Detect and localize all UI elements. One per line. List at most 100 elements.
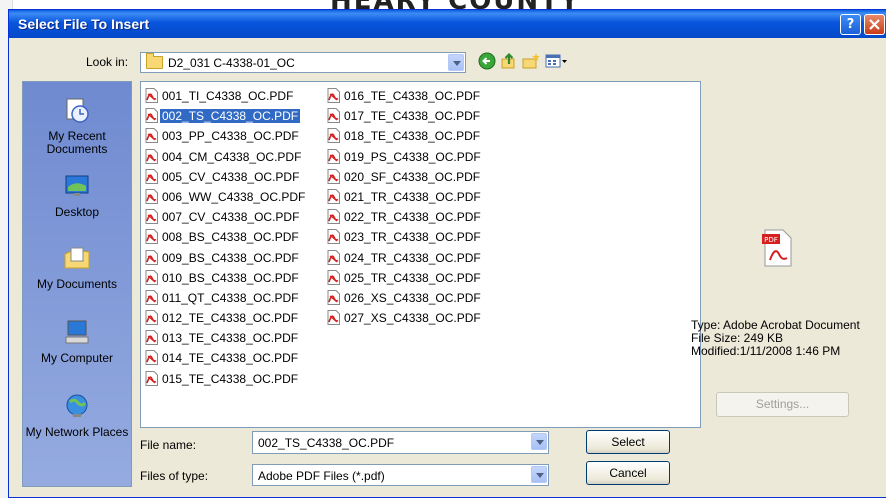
place-label: My Computer [40,351,114,365]
file-item-name: 008_BS_C4338_OC.PDF [162,230,299,245]
place-label: My Network Places [25,425,129,439]
files-of-type-combo[interactable]: Adobe PDF Files (*.pdf) [252,464,549,486]
place-desktop[interactable]: Desktop [23,172,131,219]
file-item-name: 023_TR_C4338_OC.PDF [344,230,481,245]
pdf-file-icon [327,188,340,204]
look-in-label: Look in: [86,55,129,69]
file-item-name: 016_TE_C4338_OC.PDF [344,89,481,103]
file-item-name: 027_XS_C4338_OC.PDF [344,311,481,326]
dialog-titlebar[interactable]: Select File To Insert ? [9,10,886,38]
file-item-name: 019_PS_C4338_OC.PDF [344,149,481,164]
place-label: My Documents [36,277,118,291]
file-name-combo[interactable]: 002_TS_C4338_OC.PDF [252,431,549,454]
create-new-folder-icon[interactable] [522,52,540,70]
file-item-name: 005_CV_C4338_OC.PDF [162,169,300,184]
pdf-file-icon [145,188,158,204]
pdf-file-icon [327,289,340,305]
close-button[interactable] [864,14,885,35]
cancel-button[interactable]: Cancel [586,461,670,485]
pdf-file-icon [327,88,340,103]
files-of-type-dropdown-button[interactable] [531,466,547,483]
close-icon [869,19,880,30]
file-item-name: 011_QT_C4338_OC.PDF [162,290,299,305]
pdf-file-icon [145,88,158,103]
file-item-name: 017_TE_C4338_OC.PDF [344,109,481,124]
file-name-dropdown-button[interactable] [531,433,547,450]
svg-text:PDF: PDF [764,236,778,244]
dialog-title: Select File To Insert [18,16,150,32]
place-my-recent-documents[interactable]: My Recent Documents [23,96,131,156]
pdf-file-icon [145,269,158,285]
file-item-name: 002_TS_C4338_OC.PDF [160,109,301,124]
files-of-type-value: Adobe PDF Files (*.pdf) [258,469,385,483]
places-bar: My Recent Documents Desktop My Documents… [22,81,132,487]
folder-icon [146,53,163,69]
place-my-documents[interactable]: My Documents [23,244,131,291]
file-item-name: 010_BS_C4338_OC.PDF [162,270,299,285]
my-computer-icon [65,320,89,344]
up-one-level-icon[interactable] [500,52,518,70]
pdf-file-icon [145,370,158,386]
file-item-name: 020_SF_C4338_OC.PDF [344,169,481,184]
file-name-label: File name: [140,438,197,452]
file-item-name: 015_TE_C4338_OC.PDF [162,371,299,386]
place-label: My Recent Documents [46,129,108,156]
place-label: Desktop [54,205,100,219]
file-item-name: 021_TR_C4338_OC.PDF [344,189,481,204]
file-item-name: 022_TR_C4338_OC.PDF [344,210,481,225]
file-name-value: 002_TS_C4338_OC.PDF [258,436,395,450]
file-item-name: 013_TE_C4338_OC.PDF [162,331,299,346]
file-item-name: 024_TR_C4338_OC.PDF [344,250,481,265]
view-menu-icon[interactable] [545,52,569,70]
select-button[interactable]: Select [586,430,670,454]
pdf-file-icon [327,168,340,184]
pdf-file-icon [327,310,340,326]
select-file-dialog: Select File To Insert ? Look in: D2_031 … [8,9,886,498]
look-in-value: D2_031 C-4338-01_OC [168,56,295,70]
place-my-computer[interactable]: My Computer [23,318,131,365]
settings-button[interactable]: Settings... [716,392,849,417]
place-my-network-places[interactable]: My Network Places [23,392,131,439]
file-item-name: 018_TE_C4338_OC.PDF [344,129,481,144]
file-item-name: 025_TR_C4338_OC.PDF [344,270,481,285]
file-item-name: 003_PP_C4338_OC.PDF [162,129,299,144]
recent-documents-icon [66,98,89,123]
pdf-preview-icon: PDF [762,229,792,267]
pdf-file-icon [327,209,340,225]
look-in-dropdown-button[interactable] [448,54,464,71]
pdf-file-icon [327,128,340,144]
pdf-file-icon [327,108,340,124]
my-documents-icon [64,247,90,269]
help-button[interactable]: ? [840,14,861,35]
file-list[interactable]: 001_TI_C4338_OC.PDF 002_TS_C4338_OC.PDF 00… [140,81,701,428]
file-item-name: 026_XS_C4338_OC.PDF [344,290,481,305]
pdf-file-icon [145,148,158,164]
look-in-combo[interactable]: D2_031 C-4338-01_OC [140,52,466,73]
pdf-file-icon [145,108,158,124]
desktop-icon [65,175,89,196]
file-item-name: 009_BS_C4338_OC.PDF [162,250,299,265]
pdf-file-icon [327,148,340,164]
file-item-name: 001_TI_C4338_OC.PDF [162,89,294,103]
pdf-file-icon [145,350,158,366]
network-places-icon [66,394,88,417]
pdf-file-icon [145,209,158,225]
files-of-type-label: Files of type: [140,469,209,483]
back-icon[interactable] [478,52,496,70]
file-item-name: 007_CV_C4338_OC.PDF [162,210,300,225]
pdf-file-icon [145,229,158,245]
file-preview-info: Type: Adobe Acrobat Document File Size: … [691,319,860,358]
pdf-file-icon [145,128,158,144]
pdf-file-icon [327,229,340,245]
file-item-name: 012_TE_C4338_OC.PDF [162,311,299,326]
pdf-file-icon [145,168,158,184]
pdf-file-icon [327,249,340,265]
pdf-file-icon [145,249,158,265]
file-modified-text: Modified:1/11/2008 1:46 PM [691,344,841,358]
file-item-name: 006_WW_C4338_OC.PDF [162,189,306,204]
pdf-file-icon [327,269,340,285]
file-item-name: 004_CM_C4338_OC.PDF [162,149,302,164]
file-item-name: 014_TE_C4338_OC.PDF [162,351,299,366]
pdf-file-icon [145,310,158,326]
pdf-file-icon [145,330,158,346]
